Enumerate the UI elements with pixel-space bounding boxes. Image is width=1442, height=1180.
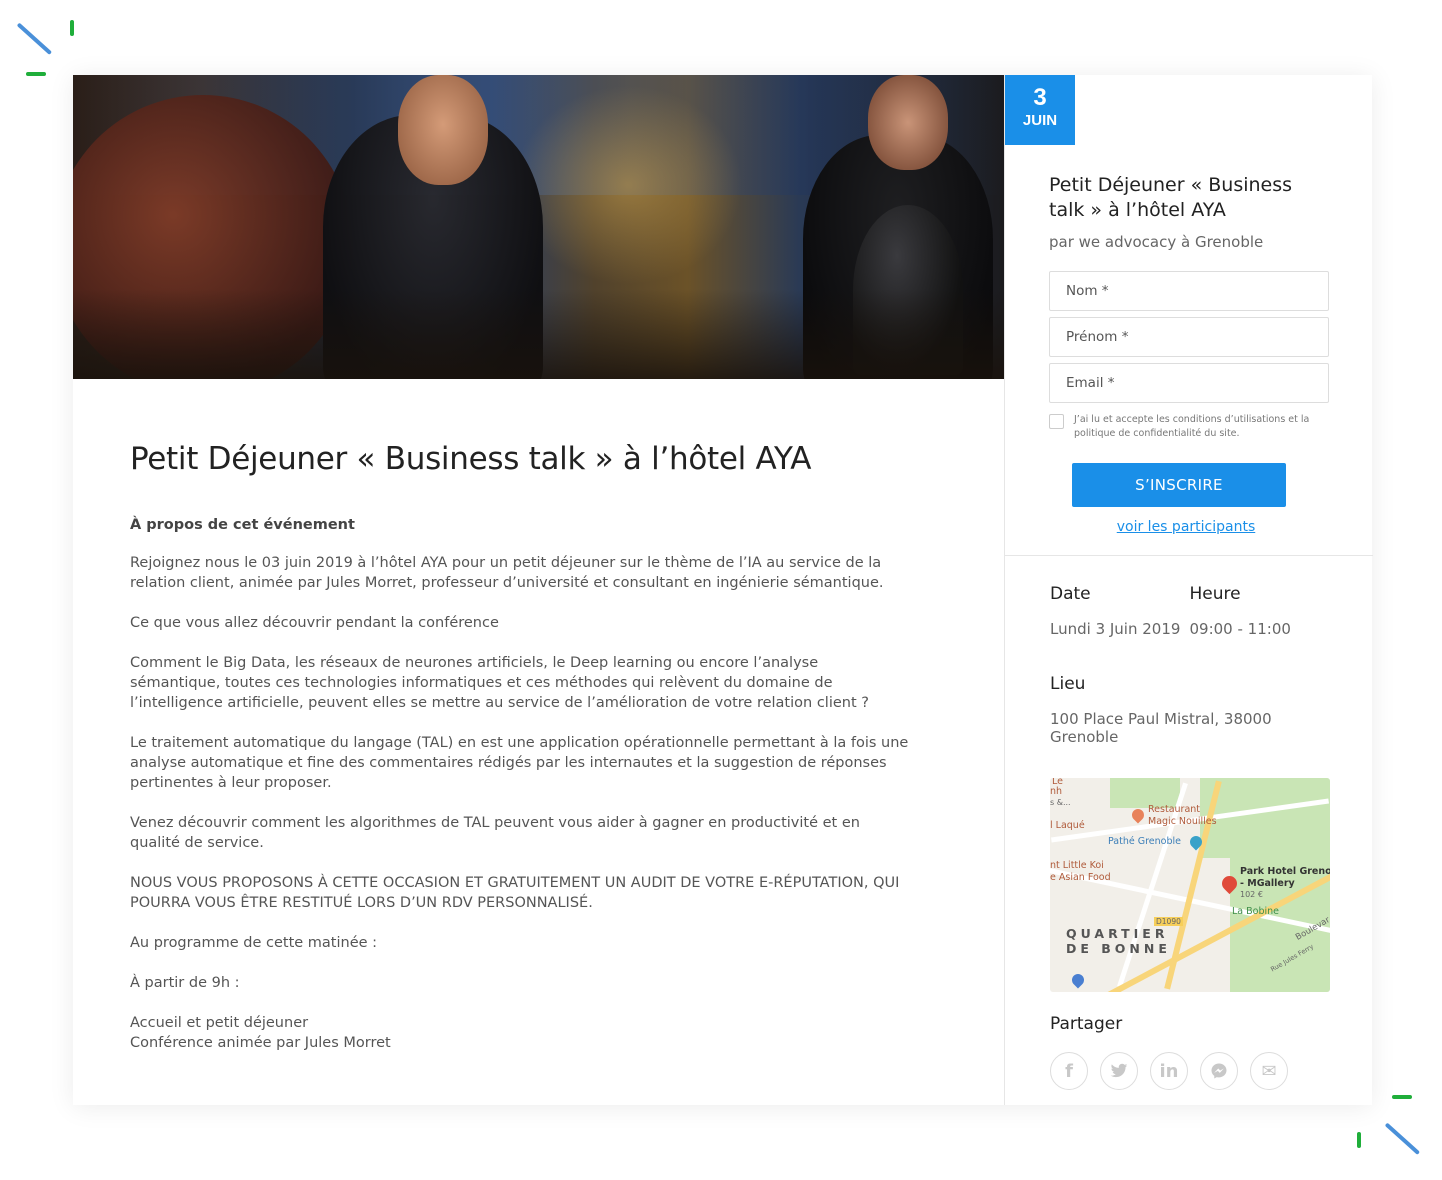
- email-field[interactable]: Email *: [1049, 363, 1329, 403]
- map-label: l Laqué: [1050, 820, 1085, 831]
- map-label: Pathé Grenoble: [1108, 836, 1181, 847]
- facebook-icon[interactable]: f: [1050, 1052, 1088, 1090]
- place-label: Lieu: [1050, 674, 1086, 694]
- decorative-line-top-left: [16, 22, 53, 55]
- terms-row: J’ai lu et accepte les conditions d’util…: [1049, 413, 1329, 441]
- map-label: DE BONNE: [1066, 941, 1171, 956]
- description-paragraph: Le traitement automatique du langage (TA…: [130, 735, 909, 791]
- registration-sidebar: 3 JUIN Petit Déjeuner « Business talk » …: [1005, 75, 1373, 1105]
- date-badge-month: JUIN: [1022, 112, 1058, 129]
- event-details: Date Lundi 3 Juin 2019 Heure 09:00 - 11:…: [1005, 556, 1373, 1090]
- register-button[interactable]: S’INSCRIRE: [1072, 463, 1286, 507]
- decorative-line-bottom-right: [1384, 1122, 1421, 1155]
- place-pin-icon: [1069, 971, 1087, 989]
- time-label: Heure: [1189, 584, 1241, 604]
- decorative-dash-bottom-right-h: [1392, 1095, 1412, 1099]
- event-card: Petit Déjeuner « Business talk » à l’hôt…: [73, 75, 1373, 1105]
- date-value: Lundi 3 Juin 2019: [1050, 620, 1181, 638]
- event-title: Petit Déjeuner « Business talk » à l’hôt…: [130, 441, 812, 477]
- map-label: QUARTIER: [1066, 926, 1169, 941]
- linkedin-icon[interactable]: in: [1150, 1052, 1188, 1090]
- decorative-dash-bottom-right-v: [1357, 1132, 1361, 1148]
- map-label: Park Hotel Grenol: [1240, 866, 1330, 877]
- about-heading: À propos de cet événement: [130, 517, 355, 533]
- decorative-dash-top-left-v: [70, 20, 74, 36]
- date-label: Date: [1050, 584, 1091, 604]
- terms-checkbox[interactable]: [1049, 414, 1064, 429]
- program-item: Accueil et petit déjeuner: [130, 1015, 309, 1031]
- participants-link[interactable]: voir les participants: [1049, 519, 1323, 535]
- place-value: 100 Place Paul Mistral, 38000 Grenoble: [1050, 710, 1272, 746]
- date-badge: 3 JUIN: [1005, 75, 1075, 145]
- map-label: s &...: [1050, 798, 1071, 807]
- share-icons: f in ✉: [1050, 1052, 1329, 1090]
- event-main-column: Petit Déjeuner « Business talk » à l’hôt…: [73, 75, 1005, 1105]
- map-label: e Asian Food: [1050, 872, 1111, 883]
- description-paragraph: Ce que vous allez découvrir pendant la c…: [130, 615, 499, 631]
- event-hero-image: [73, 75, 1004, 379]
- map-label: Magic Nouilles: [1148, 816, 1217, 827]
- prenom-field[interactable]: Prénom *: [1049, 317, 1329, 357]
- map-label: La Bobine: [1232, 906, 1279, 917]
- restaurant-pin-icon: [1129, 806, 1147, 824]
- date-badge-day: 3: [1033, 84, 1047, 111]
- description-paragraph: À partir de 9h :: [130, 975, 240, 991]
- messenger-icon[interactable]: [1200, 1052, 1238, 1090]
- nom-placeholder: Nom *: [1066, 283, 1109, 299]
- description-paragraph: NOUS VOUS PROPOSONS À CETTE OCCASION ET …: [130, 875, 900, 911]
- map-label: 102 €: [1240, 890, 1263, 899]
- email-icon[interactable]: ✉: [1250, 1052, 1288, 1090]
- description-paragraph: Rejoignez nous le 03 juin 2019 à l’hôtel…: [130, 555, 884, 591]
- messenger-glyph-icon: [1211, 1063, 1227, 1079]
- program-item: Conférence animée par Jules Morret: [130, 1035, 391, 1051]
- description-paragraph: Au programme de cette matinée :: [130, 935, 378, 951]
- nom-field[interactable]: Nom *: [1049, 271, 1329, 311]
- registration-title: Petit Déjeuner « Business talk » à l’hôt…: [1049, 174, 1293, 221]
- map-label: - MGallery: [1240, 878, 1295, 889]
- time-value: 09:00 - 11:00: [1189, 620, 1291, 638]
- decorative-dash-top-left-h: [26, 72, 46, 76]
- description-paragraph: Comment le Big Data, les réseaux de neur…: [130, 655, 869, 711]
- prenom-placeholder: Prénom *: [1066, 329, 1129, 345]
- location-map[interactable]: Le nh s &... l Laqué Restaurant Magic No…: [1050, 778, 1330, 992]
- map-label: nt Little Koi: [1050, 860, 1104, 871]
- map-label: Restaurant: [1148, 804, 1201, 815]
- map-label: nh: [1050, 786, 1063, 797]
- share-label: Partager: [1050, 1014, 1123, 1034]
- event-description: Petit Déjeuner « Business talk » à l’hôt…: [73, 379, 1004, 1053]
- twitter-bird-icon: [1110, 1063, 1128, 1078]
- registration-organizer: par we advocacy à Grenoble: [1049, 233, 1264, 251]
- twitter-icon[interactable]: [1100, 1052, 1138, 1090]
- terms-text: J’ai lu et accepte les conditions d’util…: [1074, 414, 1310, 439]
- map-label: D1090: [1154, 917, 1183, 926]
- email-placeholder: Email *: [1066, 375, 1115, 391]
- description-paragraph: Venez découvrir comment les algorithmes …: [130, 815, 860, 851]
